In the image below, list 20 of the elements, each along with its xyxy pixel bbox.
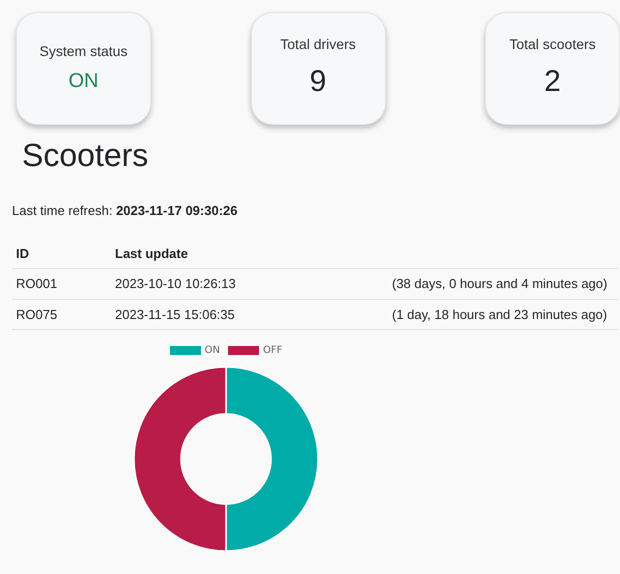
card-label: Total scooters bbox=[509, 34, 596, 54]
column-header: Last update bbox=[111, 238, 388, 268]
column-header: ID bbox=[12, 238, 111, 268]
table-cell: (1 day, 18 hours and 23 minutes ago) bbox=[388, 299, 618, 330]
card-value: ON bbox=[68, 69, 98, 94]
card-value: 2 bbox=[544, 64, 561, 100]
table-cell: 2023-10-10 10:26:13 bbox=[111, 268, 388, 299]
legend-label: OFF bbox=[262, 344, 282, 358]
table-cell: 2023-11-15 15:06:35 bbox=[111, 299, 388, 330]
legend-swatch bbox=[170, 346, 201, 354]
legend-swatch bbox=[228, 346, 259, 354]
table-cell: RO001 bbox=[12, 268, 111, 299]
page-heading: Scooters bbox=[22, 136, 150, 175]
card-value: 9 bbox=[310, 64, 326, 100]
card-label: System status bbox=[40, 42, 128, 61]
legend-label: ON bbox=[204, 344, 220, 358]
table-cell: (38 days, 0 hours and 4 minutes ago) bbox=[388, 268, 618, 299]
refresh-text: Last time refresh: 2023-11-17 09:30:26 bbox=[12, 202, 238, 220]
table-cell: RO075 bbox=[12, 299, 111, 330]
card-label: Total drivers bbox=[280, 34, 356, 54]
